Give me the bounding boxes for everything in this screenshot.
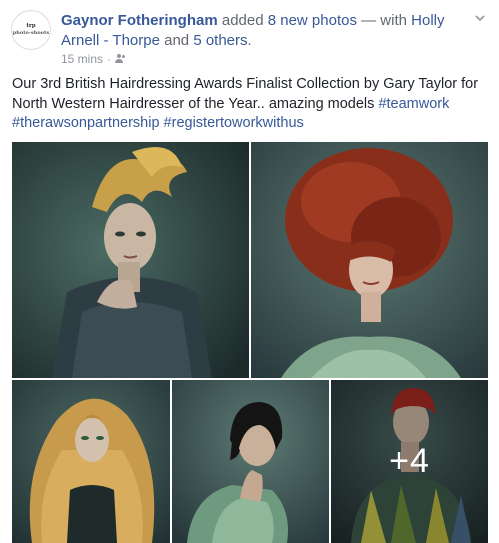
post-body: Our 3rd British Hairdressing Awards Fina… — [12, 75, 492, 134]
author-name-link[interactable]: Gaynor Fotheringham — [61, 12, 218, 29]
post-meta: 15 mins · — [61, 52, 127, 66]
photo-count-link[interactable]: 8 new photos — [268, 12, 357, 29]
meta-separator: · — [107, 52, 112, 66]
hashtag-registertoworkwithus[interactable]: #registertoworkwithus — [164, 115, 304, 131]
page-avatar[interactable]: trp photo-shoots — [11, 10, 51, 50]
and-text: and — [159, 32, 194, 49]
post-options-chevron-icon[interactable] — [475, 13, 485, 23]
facebook-post: trp photo-shoots Gaynor Fotheringham add… — [0, 0, 499, 543]
others-link[interactable]: 5 others — [193, 32, 247, 49]
avatar-logo-text: trp — [26, 23, 36, 29]
photo-red-fringe-model[interactable]: +4 — [331, 380, 488, 543]
photo-blonde-quiff-model[interactable] — [12, 142, 249, 378]
more-photos-overlay[interactable]: +4 — [331, 380, 488, 543]
avatar-logo-subtext: photo-shoots — [12, 30, 50, 36]
photo-long-curly-blonde-model[interactable] — [12, 380, 170, 543]
header-period: . — [247, 32, 252, 49]
photo-red-afro-model[interactable] — [251, 142, 488, 378]
hashtag-therawsonpartnership[interactable]: #therawsonpartnership — [12, 115, 160, 131]
more-photos-count: +4 — [389, 442, 430, 480]
timestamp-link[interactable]: 15 mins — [61, 52, 103, 66]
with-text: — with — [356, 12, 412, 29]
photo-black-bob-model[interactable] — [172, 380, 329, 543]
friends-icon[interactable] — [115, 54, 127, 64]
hashtag-teamwork[interactable]: #teamwork — [378, 96, 449, 112]
post-header: Gaynor Fotheringham added 8 new photos —… — [61, 11, 471, 51]
action-text: added — [217, 12, 268, 29]
